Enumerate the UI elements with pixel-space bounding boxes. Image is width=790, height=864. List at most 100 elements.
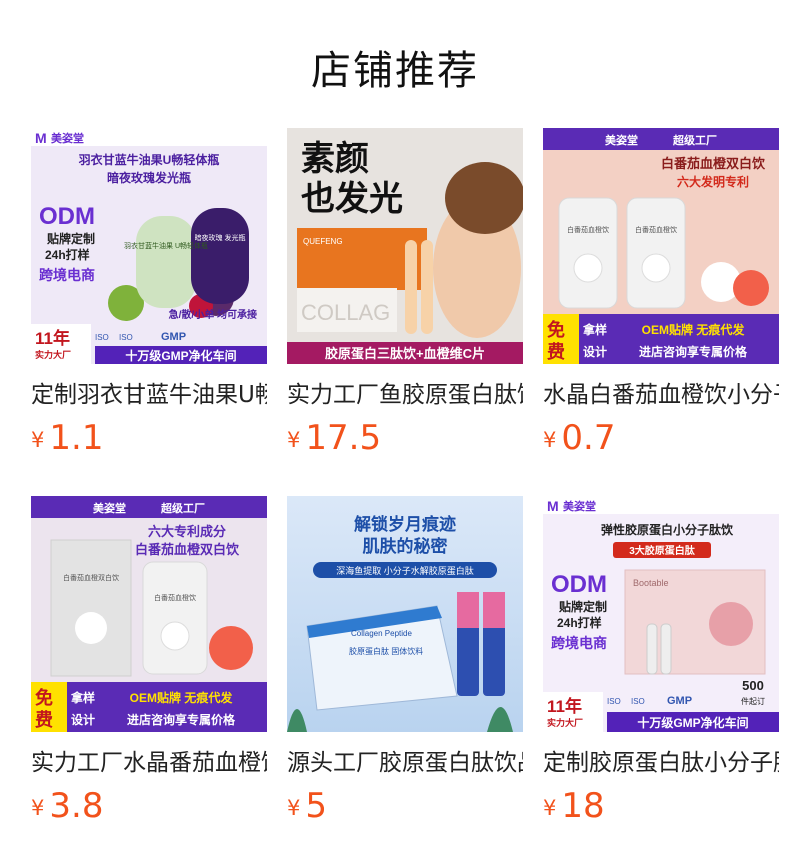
product-name[interactable]: 源头工厂胶原蛋白肽饮品: [287, 748, 523, 778]
svg-text:贴牌定制: 贴牌定制: [559, 599, 607, 614]
svg-text:费: 费: [547, 342, 565, 362]
svg-text:白番茄血橙双白饮: 白番茄血橙双白饮: [135, 542, 240, 557]
svg-text:白番茄血橙饮: 白番茄血橙饮: [567, 225, 609, 234]
svg-text:胶原蛋白三肽饮+血橙维C片: 胶原蛋白三肽饮+血橙维C片: [325, 346, 485, 361]
svg-text:白番茄血橙双白饮: 白番茄血橙双白饮: [63, 573, 119, 582]
svg-text:进店咨询享专属价格: 进店咨询享专属价格: [127, 712, 236, 727]
svg-text:白番茄血橙双白饮: 白番茄血橙双白饮: [661, 156, 766, 171]
svg-text:急/散/小单 均可承接: 急/散/小单 均可承接: [169, 308, 257, 321]
product-image[interactable]: 美姿堂 超级工厂 六大专利成分 白番茄血橙双白饮 白番茄血橙双白饮 白番茄血橙饮…: [31, 496, 267, 732]
product-price: ¥18: [543, 786, 605, 826]
price-value: 0.7: [561, 418, 616, 458]
product-card[interactable]: 美姿堂 超级工厂 六大专利成分 白番茄血橙双白饮 白番茄血橙双白饮 白番茄血橙饮…: [31, 496, 267, 836]
svg-text:十万级GMP净化车间: 十万级GMP净化车间: [637, 715, 748, 730]
svg-text:六大专利成分: 六大专利成分: [148, 524, 226, 539]
svg-text:11年: 11年: [547, 696, 582, 716]
svg-text:暗夜玫瑰 发光瓶: 暗夜玫瑰 发光瓶: [195, 233, 246, 242]
svg-text:24h打样: 24h打样: [45, 247, 90, 262]
svg-text:免: 免: [35, 687, 53, 708]
svg-text:超级工厂: 超级工厂: [160, 501, 205, 515]
currency-symbol: ¥: [31, 428, 45, 452]
section-title: 店铺推荐: [311, 48, 479, 94]
svg-text:Collagen Peptide: Collagen Peptide: [351, 629, 412, 638]
svg-text:深海鱼提取 小分子水解胶原蛋白肽: 深海鱼提取 小分子水解胶原蛋白肽: [336, 565, 474, 576]
svg-text:11年: 11年: [35, 328, 70, 348]
currency-symbol: ¥: [543, 796, 557, 820]
currency-symbol: ¥: [543, 428, 557, 452]
product-name[interactable]: 实力工厂水晶番茄血橙饮: [31, 748, 267, 778]
svg-text:免: 免: [547, 319, 565, 340]
svg-text:六大发明专利: 六大发明专利: [677, 174, 749, 189]
svg-text:费: 费: [35, 710, 53, 730]
svg-text:设计: 设计: [71, 712, 95, 727]
svg-text:弹性胶原蛋白小分子肽饮: 弹性胶原蛋白小分子肽饮: [601, 522, 734, 537]
svg-text:跨境电商: 跨境电商: [551, 635, 607, 651]
currency-symbol: ¥: [287, 428, 301, 452]
svg-text:ISO: ISO: [631, 697, 645, 706]
svg-text:3大胶原蛋白肽: 3大胶原蛋白肽: [629, 544, 696, 557]
svg-text:也发光: 也发光: [301, 180, 403, 218]
svg-text:ODM: ODM: [551, 571, 607, 598]
svg-text:OEM贴牌 无痕代发: OEM贴牌 无痕代发: [130, 690, 234, 705]
svg-text:COLLAG: COLLAG: [301, 300, 390, 325]
svg-text:拿样: 拿样: [70, 690, 95, 705]
svg-text:肌肤的秘密: 肌肤的秘密: [363, 536, 448, 556]
product-name[interactable]: 水晶白番茄血橙饮小分子: [543, 380, 779, 410]
price-value: 1.1: [49, 418, 104, 458]
product-price: ¥17.5: [287, 418, 381, 458]
product-price: ¥0.7: [543, 418, 615, 458]
product-price: ¥5: [287, 786, 327, 826]
svg-text:超级工厂: 超级工厂: [672, 133, 717, 147]
price-value: 18: [561, 786, 605, 826]
price-value: 5: [305, 786, 328, 826]
product-name[interactable]: 定制羽衣甘蓝牛油果U畅轻体瓶: [31, 380, 267, 410]
currency-symbol: ¥: [31, 796, 45, 820]
price-value: 17.5: [305, 418, 382, 458]
product-image[interactable]: M 美姿堂 弹性胶原蛋白小分子肽饮 3大胶原蛋白肽 ODM 贴牌定制 24h打样…: [543, 496, 779, 732]
product-image[interactable]: 解锁岁月痕迹 肌肤的秘密 深海鱼提取 小分子水解胶原蛋白肽 Collagen P…: [287, 496, 523, 732]
svg-text:ISO: ISO: [607, 697, 621, 706]
svg-text:Bootable: Bootable: [633, 578, 669, 588]
product-card[interactable]: 素颜 也发光 QUEFENG COLLAG 胶原蛋白三肽饮+血橙维C片 实力工厂…: [287, 128, 523, 468]
product-card[interactable]: M 美姿堂 羽衣甘蓝牛油果U畅轻体瓶 暗夜玫瑰发光瓶 ODM 贴牌定制 24h打…: [31, 128, 267, 468]
svg-text:QUEFENG: QUEFENG: [303, 237, 343, 246]
svg-text:暗夜玫瑰发光瓶: 暗夜玫瑰发光瓶: [107, 170, 191, 185]
brand-label: 美姿堂: [51, 131, 84, 145]
product-card[interactable]: 解锁岁月痕迹 肌肤的秘密 深海鱼提取 小分子水解胶原蛋白肽 Collagen P…: [287, 496, 523, 836]
svg-text:500: 500: [742, 678, 764, 693]
svg-text:跨境电商: 跨境电商: [39, 267, 95, 283]
svg-text:十万级GMP净化车间: 十万级GMP净化车间: [125, 348, 236, 363]
svg-text:胶原蛋白肽 固体饮料: 胶原蛋白肽 固体饮料: [349, 646, 423, 656]
svg-text:实力大厂: 实力大厂: [35, 349, 71, 360]
svg-text:GMP: GMP: [161, 331, 186, 343]
svg-text:美姿堂: 美姿堂: [563, 499, 596, 513]
svg-text:24h打样: 24h打样: [557, 615, 602, 630]
svg-text:贴牌定制: 贴牌定制: [47, 231, 95, 246]
svg-text:进店咨询享专属价格: 进店咨询享专属价格: [639, 344, 748, 359]
product-image[interactable]: M 美姿堂 羽衣甘蓝牛油果U畅轻体瓶 暗夜玫瑰发光瓶 ODM 贴牌定制 24h打…: [31, 128, 267, 364]
svg-text:设计: 设计: [583, 344, 607, 359]
product-name[interactable]: 实力工厂鱼胶原蛋白肽饮: [287, 380, 523, 410]
svg-text:ISO: ISO: [95, 333, 109, 342]
svg-text:件起订: 件起订: [741, 696, 765, 706]
svg-text:解锁岁月痕迹: 解锁岁月痕迹: [354, 514, 456, 534]
svg-text:羽衣甘蓝牛油果U畅轻体瓶: 羽衣甘蓝牛油果U畅轻体瓶: [79, 152, 220, 167]
svg-text:素颜: 素颜: [301, 140, 369, 178]
product-price: ¥3.8: [31, 786, 103, 826]
svg-text:ODM: ODM: [39, 203, 95, 230]
currency-symbol: ¥: [287, 796, 301, 820]
svg-text:拿样: 拿样: [582, 322, 607, 337]
product-name[interactable]: 定制胶原蛋白肽小分子肽饮: [543, 748, 779, 778]
svg-text:实力大厂: 实力大厂: [547, 717, 583, 728]
svg-text:OEM贴牌 无痕代发: OEM贴牌 无痕代发: [642, 322, 746, 337]
product-card[interactable]: 美姿堂 超级工厂 白番茄血橙双白饮 六大发明专利 白番茄血橙饮 白番茄血橙饮 免…: [543, 128, 779, 468]
product-price: ¥1.1: [31, 418, 103, 458]
svg-text:M: M: [547, 498, 559, 514]
product-image[interactable]: 素颜 也发光 QUEFENG COLLAG 胶原蛋白三肽饮+血橙维C片: [287, 128, 523, 364]
price-value: 3.8: [49, 786, 104, 826]
product-image[interactable]: 美姿堂 超级工厂 白番茄血橙双白饮 六大发明专利 白番茄血橙饮 白番茄血橙饮 免…: [543, 128, 779, 364]
svg-text:白番茄血橙饮: 白番茄血橙饮: [154, 593, 196, 602]
svg-text:羽衣甘蓝牛油果 U畅轻体瓶: 羽衣甘蓝牛油果 U畅轻体瓶: [124, 241, 208, 250]
product-card[interactable]: M 美姿堂 弹性胶原蛋白小分子肽饮 3大胶原蛋白肽 ODM 贴牌定制 24h打样…: [543, 496, 779, 836]
svg-text:美姿堂: 美姿堂: [93, 501, 126, 515]
